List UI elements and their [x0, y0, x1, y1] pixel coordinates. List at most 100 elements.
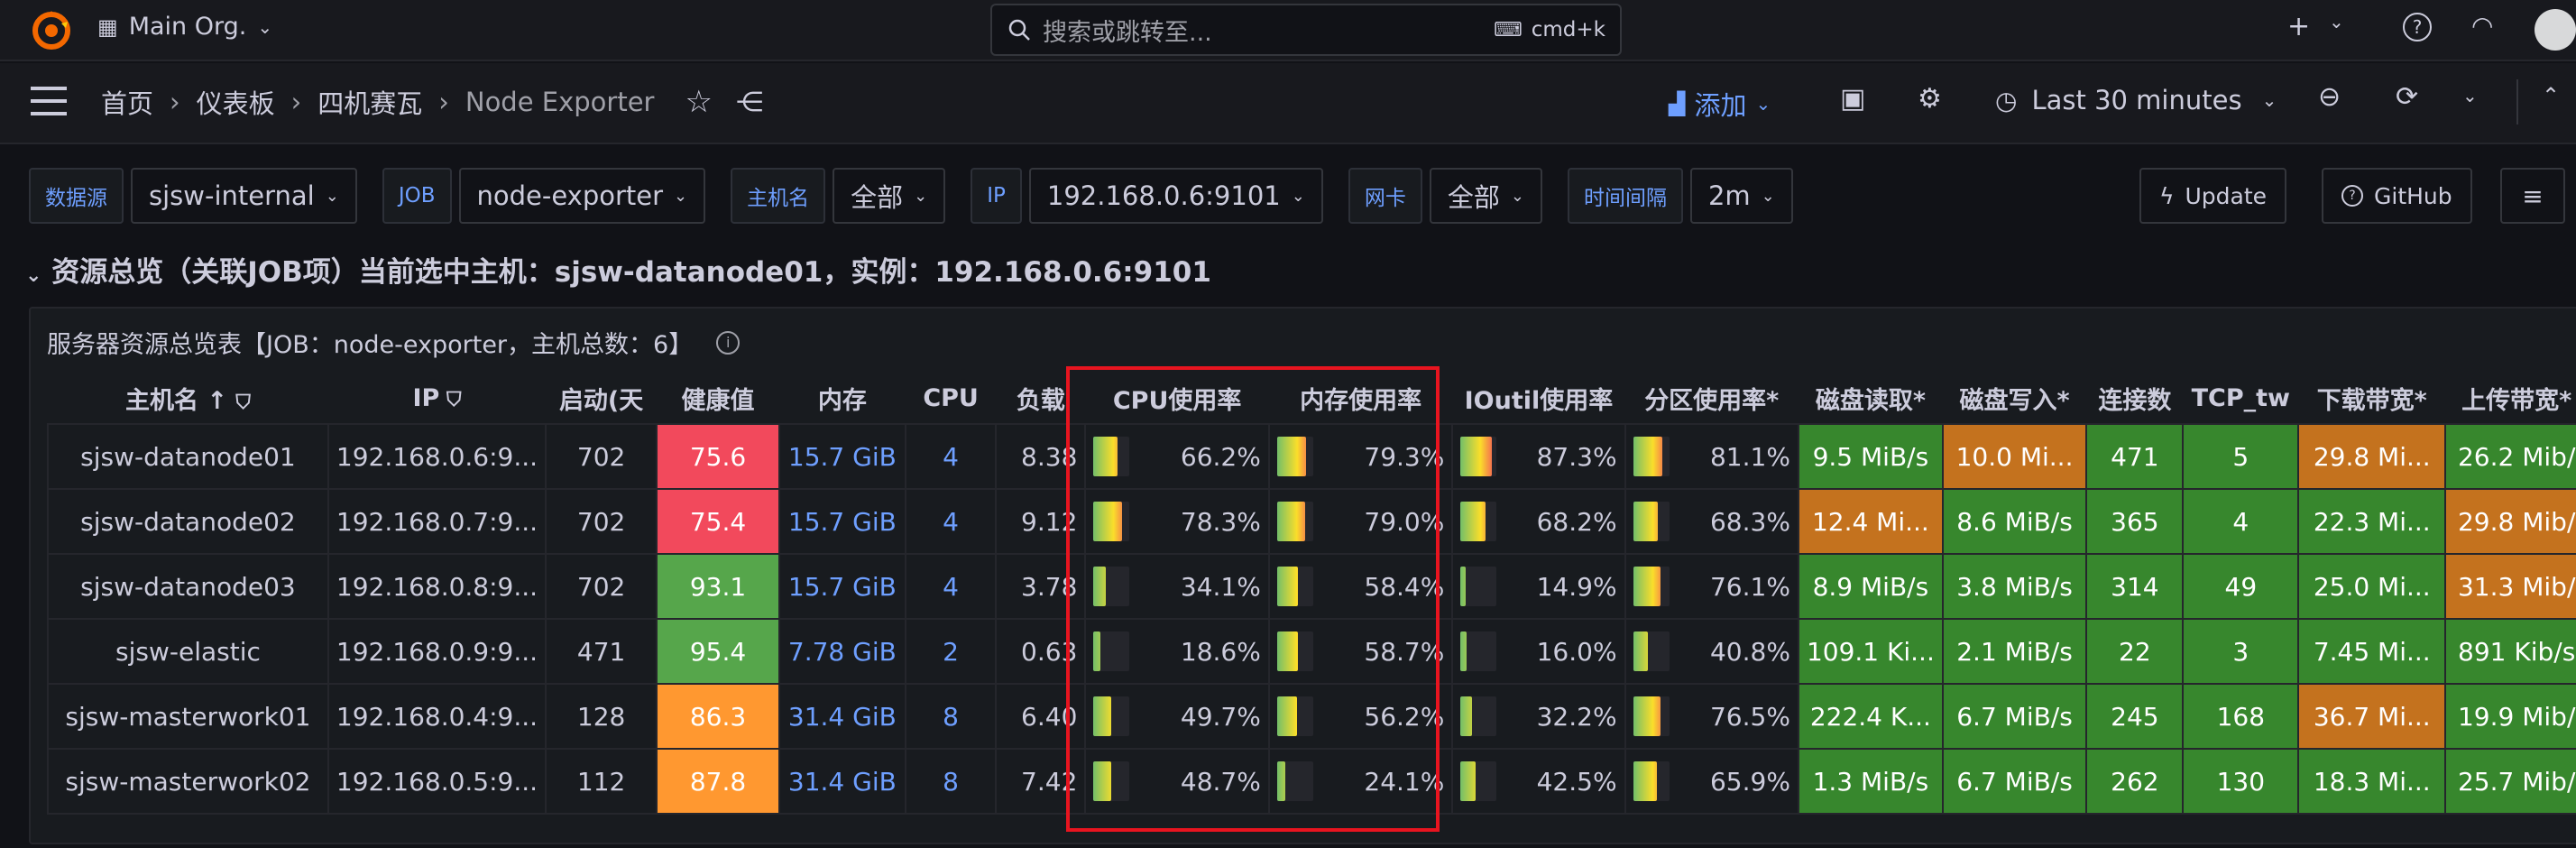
chevron-up-icon[interactable]: ⌃	[2542, 83, 2560, 108]
rss-icon[interactable]: ◠	[2471, 11, 2493, 41]
cell-partition: 76.5%	[1624, 683, 1799, 750]
shortcut-text: cmd+k	[1531, 18, 1605, 41]
column-header[interactable]: 磁盘读取*	[1799, 373, 1943, 424]
cell-health: 93.1	[656, 553, 780, 620]
column-header[interactable]: 分区使用率*	[1625, 373, 1799, 424]
cell-disk-read: 12.4 Mi...	[1797, 488, 1944, 555]
gauge-bar	[1460, 502, 1497, 541]
filter-icon[interactable]: ⛉	[439, 389, 462, 411]
cell-upload: 26.2 Mib/	[2444, 423, 2576, 490]
chevron-down-icon: ⌄	[2261, 89, 2277, 111]
cell-disk-read: 1.3 MiB/s	[1797, 748, 1944, 815]
column-header[interactable]: 下载带宽*	[2298, 373, 2445, 424]
var-label-job: JOB	[382, 168, 452, 224]
search-bar[interactable]: 搜索或跳转至... ⌨ cmd+k	[990, 4, 1622, 56]
var-select-ip[interactable]: 192.168.0.6:9101 ⌄	[1028, 168, 1323, 224]
update-link[interactable]: ϟ Update	[2139, 168, 2287, 224]
add-button[interactable]: ▟ 添加 ⌄	[1669, 85, 1771, 123]
column-header-label: 主机名	[124, 387, 198, 415]
info-icon[interactable]: i	[716, 330, 741, 355]
cell-upload: 25.7 Mib/	[2444, 748, 2576, 815]
column-header[interactable]: IP ⛉	[328, 373, 546, 424]
var-select-job[interactable]: node-exporter ⌄	[458, 168, 706, 224]
cell-hostname: sjsw-masterwork02	[47, 748, 329, 815]
column-header[interactable]: 健康值	[657, 373, 779, 424]
save-icon[interactable]: ▣	[1840, 83, 1865, 115]
plus-icon[interactable]: +	[2287, 11, 2310, 42]
column-header-label: 磁盘写入*	[1959, 387, 2070, 415]
chevron-down-icon: ⌄	[914, 186, 928, 206]
column-header[interactable]: 磁盘写入*	[1943, 373, 2086, 424]
column-header-label: IP	[412, 384, 440, 412]
zoom-out-icon[interactable]: ⊖	[2318, 81, 2341, 113]
column-header[interactable]: 上传带宽*	[2445, 373, 2576, 424]
cell-ip: 192.168.0.5:9...	[327, 748, 547, 815]
gear-icon[interactable]: ⚙	[1918, 83, 1942, 115]
gauge-value: 76.5%	[1709, 701, 1790, 732]
var-value: 2m	[1707, 180, 1751, 211]
cell-ioutil: 68.2%	[1451, 488, 1626, 555]
column-header-label: IOutil使用率	[1464, 387, 1614, 415]
var-select-datasource[interactable]: sjsw-internal ⌄	[131, 168, 357, 224]
breadcrumb-folder[interactable]: 四机赛瓦	[317, 83, 422, 121]
chevron-down-icon[interactable]: ⌄	[2462, 85, 2478, 106]
panel-title[interactable]: 服务器资源总览表【JOB：node-exporter，主机总数：6】 i	[47, 325, 741, 360]
column-header[interactable]: TCP_tw	[2183, 373, 2298, 424]
github-link[interactable]: ? GitHub	[2322, 168, 2472, 224]
cell-upload: 19.9 Mib/	[2444, 683, 2576, 750]
cell-hostname: sjsw-datanode01	[47, 423, 329, 490]
grafana-logo-icon[interactable]	[31, 9, 72, 51]
cell-ioutil: 16.0%	[1451, 618, 1626, 685]
time-picker[interactable]: ◷ Last 30 minutes ⌄	[1995, 85, 2277, 115]
keyboard-icon: ⌨	[1493, 18, 1523, 41]
building-icon: ▦	[97, 14, 118, 40]
cell-health: 95.4	[656, 618, 780, 685]
breadcrumb: 首页 › 仪表板 › 四机赛瓦 › Node Exporter ☆ ⋲	[101, 83, 763, 121]
cell-uptime: 128	[545, 683, 658, 750]
org-switcher[interactable]: ▦ Main Org. ⌄	[97, 13, 272, 41]
cell-connections: 22	[2085, 618, 2185, 685]
chevron-down-icon: ⌄	[257, 15, 273, 38]
help-icon[interactable]: ?	[2403, 13, 2432, 41]
var-label-hostname: 主机名	[731, 168, 826, 224]
star-icon[interactable]: ☆	[685, 84, 712, 120]
chevron-down-icon[interactable]: ⌄	[2329, 11, 2344, 32]
var-select-interval[interactable]: 2m ⌄	[1689, 168, 1793, 224]
cell-upload: 31.3 Mib/	[2444, 553, 2576, 620]
cell-upload: 891 Kib/s	[2444, 618, 2576, 685]
cell-disk-write: 10.0 Mi...	[1941, 423, 2088, 490]
cell-connections: 365	[2085, 488, 2185, 555]
dashboard-links-menu[interactable]: ≡	[2500, 168, 2565, 224]
cell-memory: 15.7 GiB	[777, 488, 906, 555]
refresh-icon[interactable]: ⟳	[2396, 81, 2418, 113]
column-header-label: CPU	[923, 384, 979, 412]
avatar[interactable]	[2535, 9, 2576, 51]
menu-icon[interactable]	[31, 87, 67, 115]
column-header[interactable]: 连接数	[2086, 373, 2183, 424]
share-icon[interactable]: ⋲	[736, 87, 763, 118]
breadcrumb-dashboards[interactable]: 仪表板	[197, 83, 275, 121]
column-header[interactable]: IOutil使用率	[1452, 373, 1624, 424]
column-header-label: 下载带宽*	[2316, 387, 2427, 415]
column-header[interactable]: 启动(天	[546, 373, 657, 424]
cell-download: 7.45 Mi...	[2297, 618, 2447, 685]
cell-memory: 15.7 GiB	[777, 553, 906, 620]
time-range: Last 30 minutes	[2031, 85, 2242, 115]
column-header[interactable]: CPU	[906, 373, 997, 424]
column-header-label: 负载	[1016, 387, 1065, 415]
filter-icon[interactable]: ⛉	[235, 392, 251, 414]
search-placeholder: 搜索或跳转至...	[1043, 18, 1212, 47]
sort-asc-icon[interactable]: ↑	[198, 387, 235, 415]
column-header[interactable]: 内存	[779, 373, 906, 424]
cell-hostname: sjsw-elastic	[47, 618, 329, 685]
breadcrumb-current: Node Exporter	[465, 87, 655, 117]
column-header[interactable]: 主机名 ↑ ⛉	[48, 373, 328, 424]
row-title[interactable]: ⌄ 资源总览（关联JOB项）当前选中主机：sjsw-datanode01，实例：…	[25, 249, 1211, 290]
cell-ip: 192.168.0.9:9...	[327, 618, 547, 685]
var-select-hostname[interactable]: 全部 ⌄	[833, 168, 946, 224]
cell-health: 86.3	[656, 683, 780, 750]
var-select-nic[interactable]: 全部 ⌄	[1429, 168, 1542, 224]
gauge-value: 32.2%	[1536, 701, 1617, 732]
cell-tcp-tw: 130	[2182, 748, 2300, 815]
breadcrumb-home[interactable]: 首页	[101, 83, 153, 121]
